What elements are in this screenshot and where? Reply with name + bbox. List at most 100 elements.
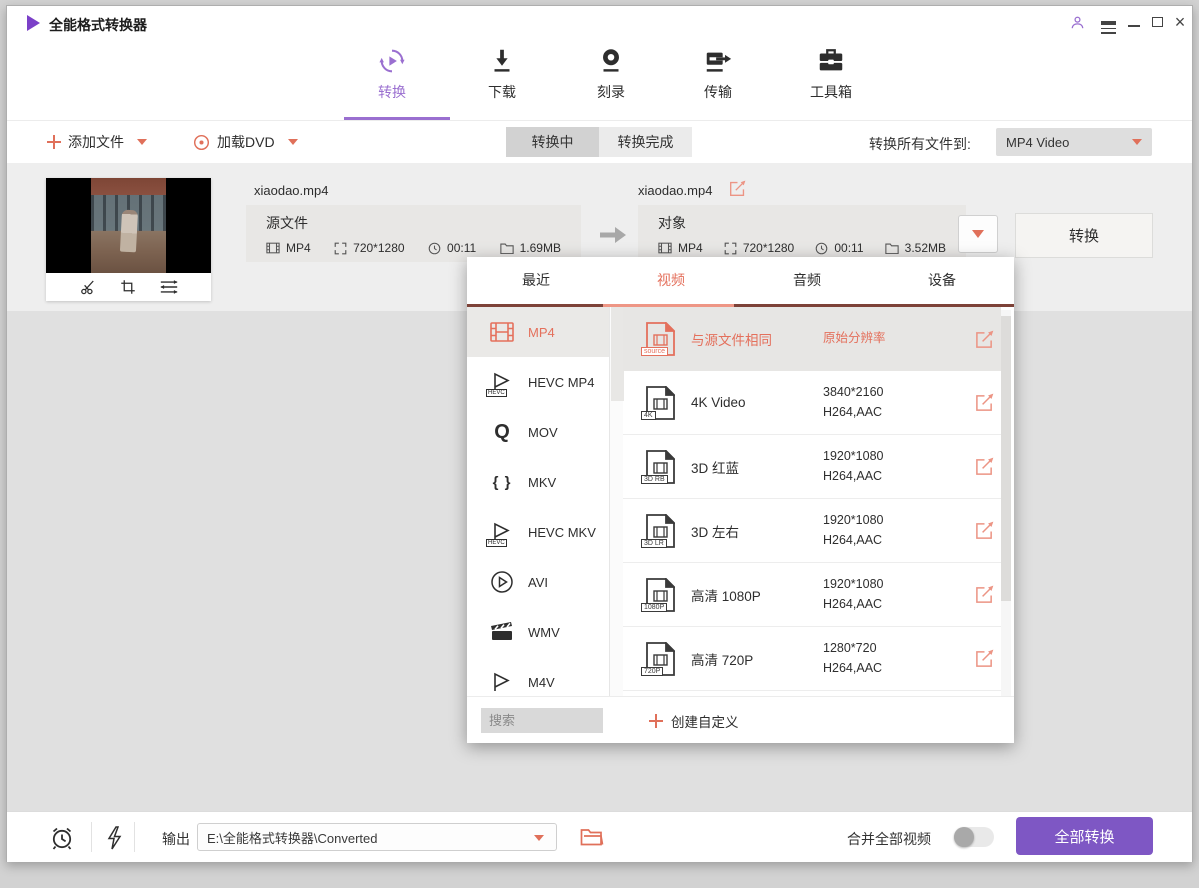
preset-hd-720p[interactable]: 720P 高清 720P 1280*720H264,AAC	[623, 627, 1001, 691]
tab-convert[interactable]: 转换	[347, 46, 437, 102]
preset-3d-left-right[interactable]: 3D LR 3D 左右 1920*1080H264,AAC	[623, 499, 1001, 563]
app-logo-icon	[27, 15, 40, 31]
format-item-hevc-mp4[interactable]: HEVC HEVC MP4	[467, 357, 609, 407]
preset-specs: 1920*1080H264,AAC	[823, 447, 973, 486]
format-item-m4v[interactable]: M4V	[467, 657, 609, 696]
video-file-page-icon: 3D LR	[645, 514, 675, 548]
edit-preset-icon[interactable]	[975, 393, 994, 412]
load-dvd-label: 加载DVD	[217, 132, 275, 152]
hevc-play-flag-icon: HEVC	[489, 519, 515, 545]
rename-edit-icon[interactable]	[729, 180, 746, 197]
output-format-value: MP4 Video	[1006, 135, 1069, 150]
preset-name: 3D 红蓝	[691, 457, 823, 477]
edit-preset-icon[interactable]	[975, 521, 994, 540]
play-circle-icon	[489, 569, 515, 595]
minimize-icon[interactable]	[1122, 10, 1146, 34]
preset-hd-1080p[interactable]: 1080P 高清 1080P 1920*1080H264,AAC	[623, 563, 1001, 627]
preset-3d-red-blue[interactable]: 3D RB 3D 红蓝 1920*1080H264,AAC	[623, 435, 1001, 499]
scissors-trim-icon[interactable]	[79, 278, 97, 296]
tab-transfer[interactable]: 传输	[673, 46, 763, 102]
schedule-clock-icon[interactable]	[49, 825, 75, 851]
format-label: HEVC MP4	[528, 375, 594, 390]
open-folder-icon[interactable]	[580, 827, 604, 847]
add-files-button[interactable]: 添加文件	[47, 121, 147, 163]
tab-converting[interactable]: 转换中	[506, 127, 599, 157]
convert-all-button[interactable]: 全部转换	[1016, 817, 1153, 855]
target-file-name: xiaodao.mp4	[638, 183, 712, 198]
popup-tab-video[interactable]: 视频	[621, 257, 721, 304]
bottom-bar: 输出 合并全部视频 全部转换	[7, 811, 1192, 862]
film-icon	[266, 242, 280, 254]
tab-transfer-label: 传输	[673, 82, 763, 102]
close-icon[interactable]: ×	[1168, 10, 1192, 34]
preset-name: 高清 720P	[691, 649, 823, 669]
format-item-avi[interactable]: AVI	[467, 557, 609, 607]
edit-preset-icon[interactable]	[975, 649, 994, 668]
source-duration: 00:11	[447, 241, 476, 255]
target-size: 3.52MB	[905, 241, 946, 255]
popup-tab-recent[interactable]: 最近	[486, 257, 586, 304]
tab-burn[interactable]: 刻录	[566, 46, 656, 102]
plus-icon	[47, 135, 61, 149]
format-picker-popup: 最近 视频 音频 设备 MP4 HEVC HEVC MP4 Q MOV { } …	[467, 257, 1014, 743]
effects-sliders-icon[interactable]	[159, 278, 179, 296]
format-item-mp4[interactable]: MP4	[467, 307, 609, 357]
maximize-icon[interactable]	[1145, 10, 1169, 34]
create-custom-button[interactable]: 创建自定义	[649, 697, 739, 744]
edit-preset-icon[interactable]	[975, 330, 994, 349]
convert-refresh-play-icon	[347, 46, 437, 76]
burn-disc-icon	[566, 46, 656, 76]
source-info-box: 源文件 MP4 720*1280 00:11 1.69MB	[246, 205, 581, 262]
braces-icon: { }	[489, 469, 515, 495]
thumbnail-image	[46, 178, 211, 273]
user-icon[interactable]	[1065, 10, 1089, 34]
popup-tab-audio[interactable]: 音频	[757, 257, 857, 304]
edit-preset-icon[interactable]	[975, 585, 994, 604]
preset-specs: 1920*1080H264,AAC	[823, 511, 973, 550]
format-item-wmv[interactable]: WMV	[467, 607, 609, 657]
popup-tab-device[interactable]: 设备	[892, 257, 992, 304]
preset-same-as-source[interactable]: source 与源文件相同 原始分辨率	[623, 307, 1001, 371]
tab-finished[interactable]: 转换完成	[599, 127, 692, 157]
chevron-down-icon	[137, 139, 147, 145]
load-dvd-button[interactable]: 加载DVD	[193, 121, 298, 163]
output-format-select[interactable]: MP4 Video	[996, 128, 1152, 156]
target-box-title: 对象	[658, 213, 946, 233]
play-flag-icon	[489, 669, 515, 695]
crop-icon[interactable]	[119, 278, 137, 296]
resolution-icon	[334, 242, 347, 255]
chevron-down-icon	[288, 139, 298, 145]
target-format-dropdown-button[interactable]	[958, 215, 998, 253]
tab-toolbox-label: 工具箱	[786, 82, 876, 102]
merge-videos-toggle[interactable]	[954, 827, 994, 847]
format-item-hevc-mkv[interactable]: HEVC HEVC MKV	[467, 507, 609, 557]
format-label: MKV	[528, 475, 556, 490]
preset-name: 4K Video	[691, 395, 823, 410]
video-file-page-icon: 1080P	[645, 578, 675, 612]
menu-icon[interactable]	[1096, 10, 1120, 34]
convert-button[interactable]: 转换	[1015, 213, 1153, 258]
format-item-mov[interactable]: Q MOV	[467, 407, 609, 457]
source-file-name: xiaodao.mp4	[254, 183, 328, 198]
merge-videos-label: 合并全部视频	[847, 829, 931, 849]
tab-toolbox[interactable]: 工具箱	[786, 46, 876, 102]
search-input[interactable]	[481, 708, 603, 733]
edit-preset-icon[interactable]	[975, 457, 994, 476]
convert-all-to-label: 转换所有文件到:	[869, 134, 971, 154]
filmstrip-icon	[489, 319, 515, 345]
divider	[91, 822, 92, 852]
clock-icon	[815, 242, 828, 255]
quicktime-q-icon: Q	[489, 419, 515, 445]
scrollbar-thumb[interactable]	[1001, 316, 1011, 601]
add-files-label: 添加文件	[68, 132, 124, 152]
video-file-page-icon: 3D RB	[645, 450, 675, 484]
high-speed-bolt-icon[interactable]	[104, 826, 124, 850]
tab-download[interactable]: 下载	[457, 46, 547, 102]
tab-download-label: 下载	[457, 82, 547, 102]
tab-convert-label: 转换	[347, 82, 437, 102]
output-path-input[interactable]	[197, 823, 557, 851]
format-item-mkv[interactable]: { } MKV	[467, 457, 609, 507]
clapperboard-icon	[489, 619, 515, 645]
chevron-down-icon[interactable]	[534, 835, 544, 841]
preset-4k-video[interactable]: 4K 4K Video 3840*2160H264,AAC	[623, 371, 1001, 435]
